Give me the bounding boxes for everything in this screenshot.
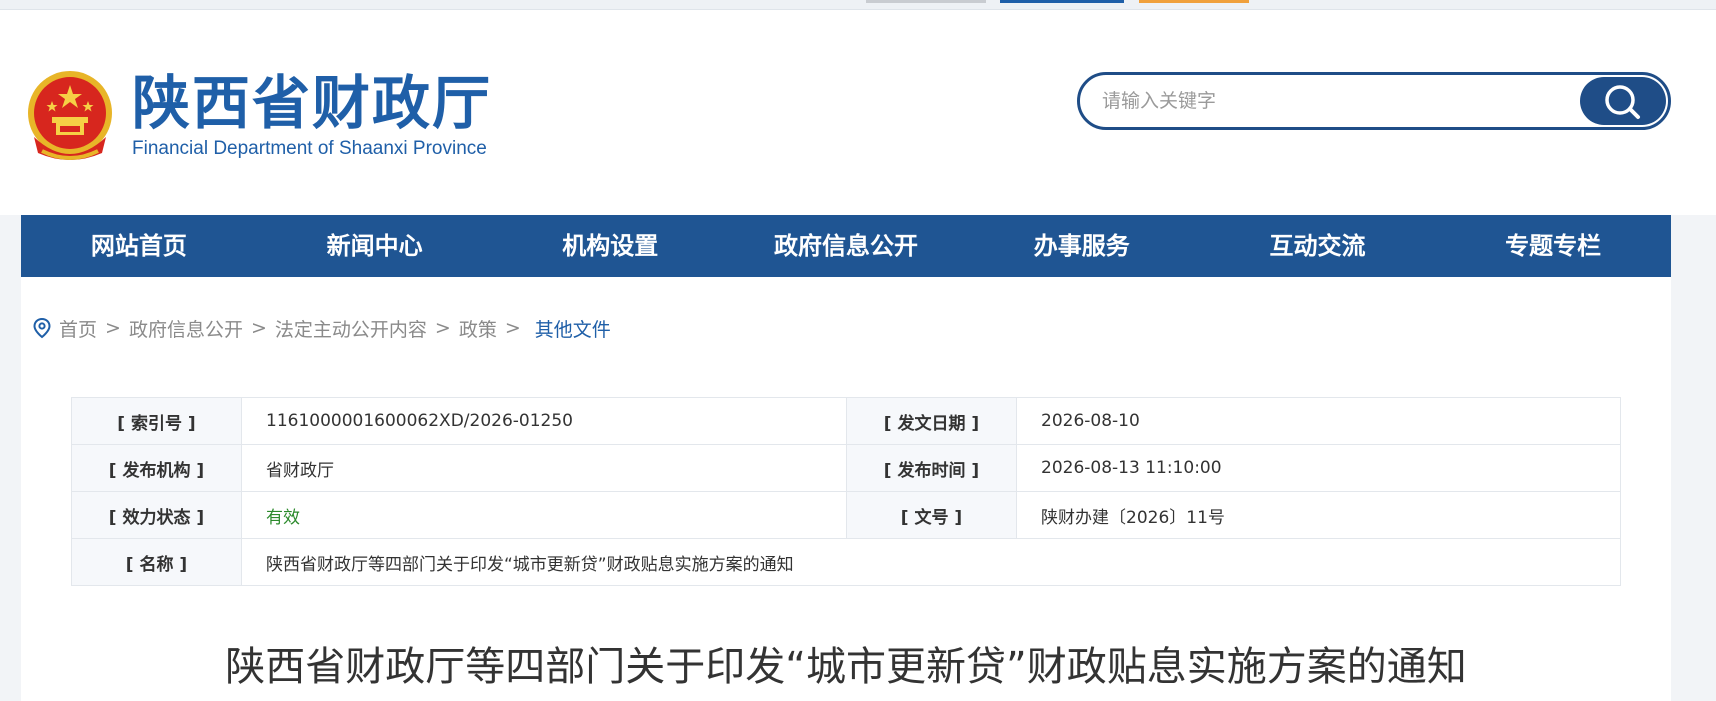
name-label: [ 名称 ] [71,538,242,586]
table-row: [ 索引号 ] 1161000001600062XD/2026-01250 [ … [71,397,1621,445]
nav-item-organization[interactable]: 机构设置 [492,215,728,277]
breadcrumb-current[interactable]: 其他文件 [535,315,611,342]
site-subtitle: Financial Department of Shaanxi Province [132,138,487,159]
publish-time-value: 2026-08-13 11:10:00 [1016,444,1621,492]
site-header: 陕西省财政厅 Financial Department of Shaanxi P… [0,10,1716,215]
top-tab-blue [1000,0,1124,3]
doc-number-label: [ 文号 ] [846,491,1017,539]
document-title: 陕西省财政厅等四部门关于印发“城市更新贷”财政贴息实施方案的通知 [225,644,1467,690]
publish-time-label: [ 发布时间 ] [846,444,1017,492]
table-row: [ 发布机构 ] 省财政厅 [ 发布时间 ] 2026-08-13 11:10:… [71,444,1621,492]
breadcrumb-separator: > [434,317,451,339]
status-value: 有效 [241,491,847,539]
content-area: 首页 > 政府信息公开 > 法定主动公开内容 > 政策 > 其他文件 [ 索引号… [21,277,1671,701]
index-label: [ 索引号 ] [71,397,242,445]
issue-date-value: 2026-08-10 [1016,397,1621,445]
index-value: 1161000001600062XD/2026-01250 [241,397,847,445]
issue-date-label: [ 发文日期 ] [846,397,1017,445]
publisher-label: [ 发布机构 ] [71,444,242,492]
location-pin-icon [33,317,51,339]
breadcrumb-statutory[interactable]: 法定主动公开内容 [275,315,427,342]
breadcrumb-gov-info[interactable]: 政府信息公开 [129,315,243,342]
site-title: 陕西省财政厅 [132,69,493,137]
main-nav: 网站首页 新闻中心 机构设置 政府信息公开 办事服务 互动交流 专题专栏 [21,215,1671,277]
breadcrumb-separator: > [250,317,267,339]
nav-item-topics[interactable]: 专题专栏 [1435,215,1671,277]
nav-item-interaction[interactable]: 互动交流 [1200,215,1436,277]
search-icon [1605,85,1640,119]
document-meta-table: [ 索引号 ] 1161000001600062XD/2026-01250 [ … [71,397,1621,586]
breadcrumb-policy[interactable]: 政策 [459,315,497,342]
top-tab-orange [1139,0,1249,3]
name-value: 陕西省财政厅等四部门关于印发“城市更新贷”财政贴息实施方案的通知 [241,538,1621,586]
breadcrumb-separator: > [504,317,521,339]
nav-item-news[interactable]: 新闻中心 [257,215,493,277]
breadcrumb-home[interactable]: 首页 [59,315,97,342]
doc-number-value: 陕财办建〔2026〕11号 [1016,491,1621,539]
table-row: [ 效力状态 ] 有效 [ 文号 ] 陕财办建〔2026〕11号 [71,491,1621,539]
search-box [1077,72,1671,130]
browser-top-strip [0,0,1716,10]
nav-item-gov-info[interactable]: 政府信息公开 [728,215,964,277]
table-row: [ 名称 ] 陕西省财政厅等四部门关于印发“城市更新贷”财政贴息实施方案的通知 [71,538,1621,586]
breadcrumb-separator: > [105,317,121,339]
nav-item-home[interactable]: 网站首页 [21,215,257,277]
search-button[interactable] [1580,77,1666,125]
search-input[interactable] [1102,85,1542,117]
national-emblem-icon [28,71,112,160]
status-label: [ 效力状态 ] [71,491,242,539]
publisher-value: 省财政厅 [241,444,847,492]
nav-item-services[interactable]: 办事服务 [964,215,1200,277]
top-tab-gray [866,0,986,3]
breadcrumb: 首页 > 政府信息公开 > 法定主动公开内容 > 政策 > 其他文件 [31,313,611,343]
